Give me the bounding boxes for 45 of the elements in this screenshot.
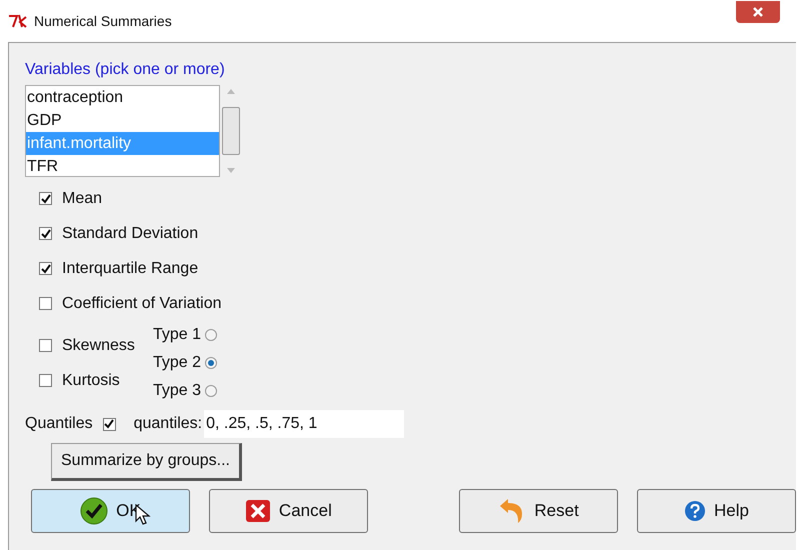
checkmark-icon	[40, 264, 50, 274]
quantiles-field-label: quantiles:	[134, 414, 202, 434]
close-button[interactable]	[736, 1, 780, 23]
checkbox[interactable]	[39, 339, 52, 352]
quantiles-field[interactable]: 0, .25, .5, .75, 1	[204, 410, 404, 438]
app-logo-icon	[8, 14, 28, 28]
summarize-by-groups-button[interactable]: Summarize by groups...	[51, 443, 242, 481]
checkbox[interactable]	[39, 227, 52, 240]
variables-label: Variables (pick one or more)	[25, 60, 226, 80]
reset-button[interactable]: Reset	[459, 489, 618, 533]
radio-button[interactable]	[205, 357, 218, 369]
help-icon	[684, 500, 706, 522]
checkbox[interactable]	[39, 374, 52, 387]
window-title: Numerical Summaries	[34, 12, 172, 30]
radio-button[interactable]	[205, 329, 218, 341]
close-icon	[244, 499, 271, 523]
checkbox-label: Interquartile Range	[62, 258, 198, 278]
checkbox-label: Mean	[62, 188, 102, 208]
checkbox-label: Skewness	[62, 336, 135, 356]
cancel-button[interactable]: Cancel	[208, 489, 368, 533]
radio-label: Type 2	[153, 353, 202, 373]
list-item[interactable]: contraception	[26, 86, 219, 109]
checkbox-label: Standard Deviation	[62, 224, 198, 244]
checkbox[interactable]	[39, 192, 52, 205]
checkbox[interactable]	[39, 297, 52, 310]
radio-label: Type 3	[153, 381, 202, 401]
radio-label: Type 1	[153, 325, 202, 345]
help-button[interactable]: Help	[637, 489, 796, 533]
quantiles-label: Quantiles	[25, 414, 93, 434]
checkmark-icon	[104, 419, 114, 429]
checkmark-icon	[40, 228, 50, 238]
radio-button[interactable]	[205, 385, 218, 397]
checkmark-icon	[40, 194, 50, 204]
scroll-up-icon	[227, 89, 235, 94]
checkbox[interactable]	[39, 262, 52, 275]
list-item[interactable]: TFR	[26, 155, 219, 176]
checkmark-icon	[80, 497, 108, 525]
list-item[interactable]: GDP	[26, 109, 219, 132]
checkbox-label: Kurtosis	[62, 370, 120, 390]
checkbox-label: Coefficient of Variation	[62, 294, 222, 314]
checkbox[interactable]	[102, 418, 116, 430]
variables-list[interactable]: contraception GDP infant.mortality TFR	[25, 85, 220, 177]
scroll-down-icon	[227, 168, 235, 173]
scrollbar-thumb[interactable]	[222, 107, 240, 155]
close-icon	[752, 6, 764, 18]
